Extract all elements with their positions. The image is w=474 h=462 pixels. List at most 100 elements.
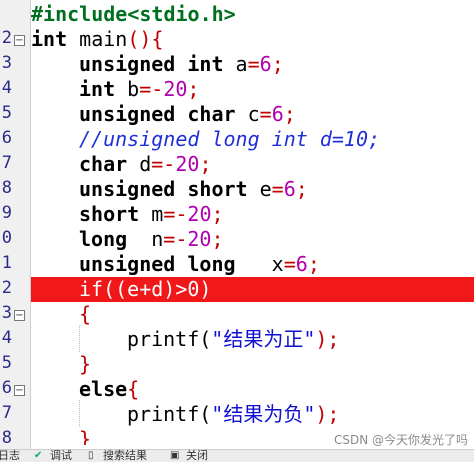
code-line[interactable]: int b=-20;: [31, 77, 474, 102]
identifier: c: [235, 102, 260, 126]
identifier: e: [247, 177, 272, 201]
tab-close[interactable]: 关闭: [186, 450, 208, 462]
identifier: a: [223, 52, 248, 76]
line-number: 4: [1, 78, 12, 98]
line-number: 3: [1, 53, 12, 73]
preprocessor-directive: #include<stdio.h>: [31, 2, 236, 26]
keyword: long: [79, 227, 128, 251]
semicolon: );: [315, 402, 340, 426]
code-line[interactable]: int main(){: [31, 27, 474, 52]
code-line[interactable]: char d=-20;: [31, 152, 474, 177]
keyword: else: [79, 377, 128, 401]
number-literal: 20: [175, 152, 200, 176]
keyword: unsigned int: [79, 52, 224, 76]
bracket: {: [79, 302, 92, 326]
line-number: 6: [1, 378, 12, 398]
code-line[interactable]: //unsigned long int d=10;: [31, 127, 474, 152]
line-number: 4: [1, 328, 12, 348]
keyword: short: [79, 202, 140, 226]
code-line[interactable]: short m=-20;: [31, 202, 474, 227]
line-number: 1: [1, 253, 12, 273]
code-line[interactable]: printf("结果为正");: [31, 327, 474, 352]
keyword: unsigned long: [79, 252, 236, 276]
identifier: n: [127, 227, 164, 251]
bracket: }: [79, 427, 92, 445]
search-results-icon: ▯: [88, 450, 94, 461]
semicolon: ;: [199, 152, 212, 176]
code-line[interactable]: unsigned short e=6;: [31, 177, 474, 202]
bracket: }: [79, 352, 92, 376]
code-line[interactable]: unsigned char c=6;: [31, 102, 474, 127]
line-number: 3: [1, 303, 12, 323]
keyword: int: [79, 77, 116, 101]
line-number: 9: [1, 203, 12, 223]
number-literal: 20: [187, 227, 212, 251]
operator: =: [271, 177, 284, 201]
bracket: {: [127, 377, 140, 401]
string-literal: "结果为负": [211, 402, 316, 426]
keyword: unsigned short: [79, 177, 248, 201]
string-literal: "结果为正": [211, 327, 316, 351]
number-literal: 6: [295, 252, 308, 276]
code-line[interactable]: unsigned long x=6;: [31, 252, 474, 277]
semicolon: ;: [211, 227, 224, 251]
identifier: b: [115, 77, 140, 101]
line-number: 5: [1, 353, 12, 373]
semicolon: ;: [271, 52, 284, 76]
number-literal: 20: [163, 77, 188, 101]
tab-search-results[interactable]: 搜索结果: [103, 450, 147, 462]
operator: =-: [151, 152, 176, 176]
code-line[interactable]: printf("结果为负");: [31, 402, 474, 427]
number-literal: 6: [271, 102, 284, 126]
code-line[interactable]: long n=-20;: [31, 227, 474, 252]
semicolon: ;: [211, 202, 224, 226]
identifier: main: [67, 27, 128, 51]
number-literal: 6: [283, 177, 296, 201]
line-number: 2: [1, 278, 12, 298]
fold-minus-icon[interactable]: −: [14, 385, 25, 396]
operator: =-: [163, 227, 188, 251]
identifier: m: [139, 202, 164, 226]
debug-check-icon: ✔: [34, 450, 43, 461]
code-line[interactable]: {: [31, 302, 474, 327]
line-number: 2: [1, 28, 12, 48]
identifier: d: [127, 152, 152, 176]
number-literal: 20: [187, 202, 212, 226]
watermark: CSDN @今天你发光了吗: [333, 433, 468, 447]
fold-minus-icon[interactable]: −: [14, 35, 25, 46]
function-call: printf(: [127, 402, 212, 426]
code-line[interactable]: }: [31, 352, 474, 377]
tab-log[interactable]: 日志: [0, 450, 20, 462]
keyword: char: [79, 152, 128, 176]
line-number: 8: [1, 178, 12, 198]
code-line[interactable]: unsigned int a=6;: [31, 52, 474, 77]
operator: =: [283, 252, 296, 276]
code-line[interactable]: #include<stdio.h>: [31, 2, 474, 27]
semicolon: ;: [283, 102, 296, 126]
highlighted-breakpoint-line[interactable]: if((e+d)>0): [31, 277, 474, 302]
operator: =: [247, 52, 260, 76]
function-call: printf(: [127, 327, 212, 351]
line-number: 6: [1, 128, 12, 148]
if-statement: if((e+d)>0): [79, 277, 212, 301]
operator: =: [259, 102, 272, 126]
close-icon: ▣: [170, 450, 180, 461]
comment: //unsigned long int d=10;: [79, 127, 381, 151]
tab-debug[interactable]: 调试: [50, 450, 72, 462]
operator: =-: [139, 77, 164, 101]
line-number: 8: [1, 428, 12, 448]
number-literal: 6: [259, 52, 272, 76]
identifier: x: [235, 252, 284, 276]
line-number: 7: [1, 153, 12, 173]
semicolon: ;: [295, 177, 308, 201]
semicolon: ;: [307, 252, 320, 276]
fold-minus-icon[interactable]: −: [14, 310, 25, 321]
line-number: 5: [1, 103, 12, 123]
bottom-panel-tabs: 日志 ✔ 调试 ▯ 搜索结果 ▣ 关闭: [0, 449, 474, 462]
bracket: (){: [127, 27, 164, 51]
line-number: 0: [1, 228, 12, 248]
semicolon: ;: [187, 77, 200, 101]
code-line[interactable]: else{: [31, 377, 474, 402]
semicolon: );: [315, 327, 340, 351]
keyword: unsigned char: [79, 102, 236, 126]
